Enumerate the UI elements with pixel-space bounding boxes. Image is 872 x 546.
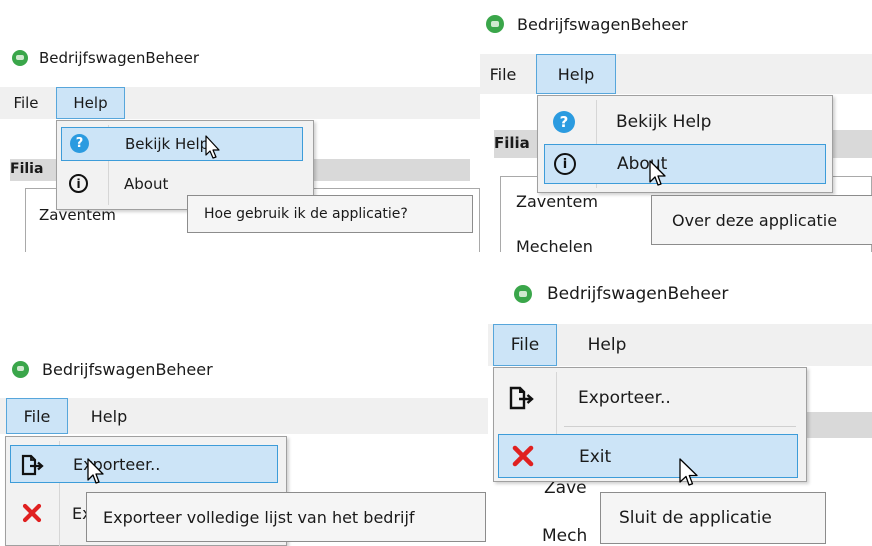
window-title-bar: BedrijfswagenBeheer: [12, 358, 213, 380]
info-icon: i: [554, 153, 576, 175]
help-question-icon: ?: [553, 111, 575, 133]
menu-item-exit[interactable]: Exit: [498, 434, 798, 478]
window-title: BedrijfswagenBeheer: [39, 49, 200, 67]
mouse-cursor-icon: [87, 458, 104, 484]
menu-file[interactable]: File: [6, 398, 68, 434]
exit-x-icon: [22, 503, 42, 523]
section-header: [798, 412, 872, 438]
app-logo-icon: [514, 285, 532, 303]
menu-item-label: About: [124, 175, 169, 193]
tooltip: Over deze applicatie: [651, 195, 872, 245]
help-question-icon: ?: [70, 134, 89, 153]
menu-item-label: Exit: [579, 447, 612, 467]
window-title: BedrijfswagenBeheer: [547, 284, 729, 304]
mouse-cursor-icon: [649, 160, 666, 186]
panel-help-about: BedrijfswagenBeheer File Help Filia Zave…: [480, 0, 872, 252]
menu-item-export[interactable]: Exporteer..: [498, 376, 798, 420]
window-title: BedrijfswagenBeheer: [42, 359, 213, 379]
menu-item-view-help[interactable]: ? Bekijk Help: [61, 127, 303, 161]
tooltip: Exporteer volledige lijst van het bedrij…: [86, 492, 486, 542]
info-icon: i: [69, 174, 88, 193]
section-label: Filia: [10, 161, 44, 177]
file-dropdown: Exporteer.. Exit: [493, 367, 807, 482]
app-logo-icon: [486, 15, 504, 33]
list-item[interactable]: Zaventem: [516, 192, 598, 211]
menu-item-label: Bekijk Help: [125, 135, 210, 153]
window-title-bar: BedrijfswagenBeheer: [514, 282, 728, 306]
menu-file[interactable]: File: [493, 324, 557, 366]
exit-x-icon: [512, 445, 534, 467]
export-icon: [509, 386, 534, 410]
menu-help[interactable]: Help: [572, 324, 642, 366]
menu-item-label: Exporteer..: [578, 388, 671, 408]
tooltip: Hoe gebruik ik de applicatie?: [187, 195, 473, 233]
list-item[interactable]: Mechelen: [516, 237, 593, 252]
list-item: Mech: [542, 526, 588, 546]
menu-help[interactable]: Help: [76, 398, 142, 434]
tooltip: Sluit de applicatie: [600, 492, 826, 544]
window-title-bar: BedrijfswagenBeheer: [486, 12, 688, 36]
menu-help[interactable]: Help: [536, 54, 616, 94]
menu-file[interactable]: File: [480, 54, 526, 94]
menu-item-label: Bekijk Help: [616, 112, 712, 132]
panel-file-export: BedrijfswagenBeheer File Help Exporteer.…: [0, 340, 488, 546]
help-dropdown: ? Bekijk Help i About: [537, 95, 833, 193]
mouse-cursor-icon: [205, 135, 220, 159]
app-logo-icon: [12, 360, 29, 378]
menu-item-about[interactable]: i About: [544, 144, 826, 184]
app-logo-icon: [12, 50, 28, 66]
mouse-cursor-icon: [679, 458, 698, 486]
menu-separator: [564, 426, 796, 427]
menu-help[interactable]: Help: [56, 87, 125, 119]
panel-file-exit: BedrijfswagenBeheer File Help Zave Mech …: [488, 270, 872, 546]
window-title: BedrijfswagenBeheer: [517, 14, 688, 34]
menu-item-export[interactable]: Exporteer..: [10, 445, 278, 483]
export-icon: [21, 454, 44, 476]
panel-help-view-help: BedrijfswagenBeheer File Help Filia Zave…: [0, 40, 480, 252]
menu-bar: [0, 398, 488, 434]
window-title-bar: BedrijfswagenBeheer: [12, 48, 199, 68]
menu-file[interactable]: File: [4, 87, 48, 119]
menu-item-view-help[interactable]: ? Bekijk Help: [544, 104, 826, 142]
section-label: Filia: [494, 134, 530, 152]
